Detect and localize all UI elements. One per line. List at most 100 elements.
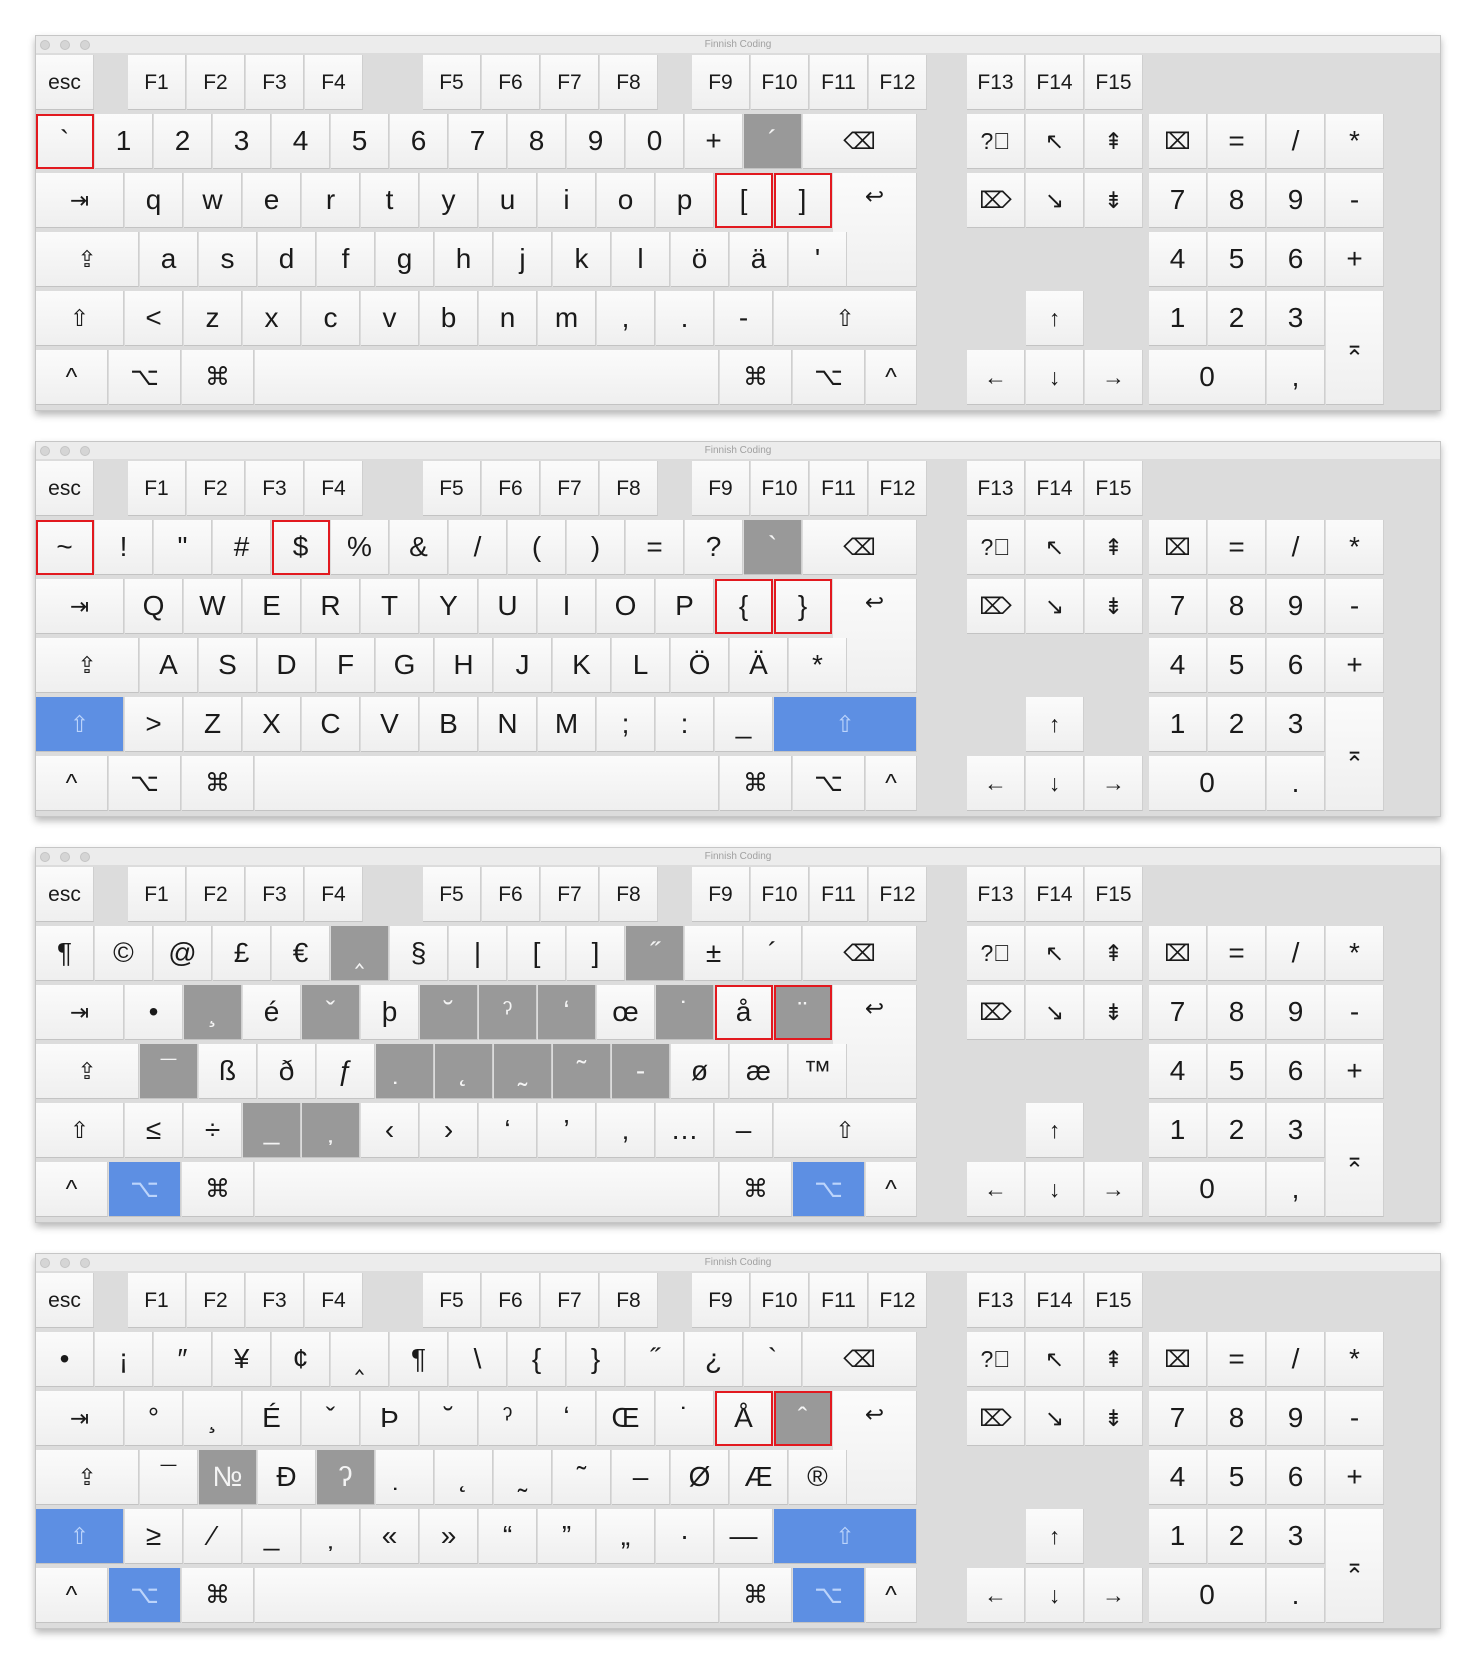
- key-q9[interactable]: p: [656, 173, 714, 228]
- key-arrow-left[interactable]: ←: [967, 350, 1025, 405]
- key-num8[interactable]: [: [508, 926, 566, 981]
- key-z9[interactable]: …: [656, 1103, 714, 1158]
- key-shift-left[interactable]: ⇧: [36, 697, 124, 752]
- key-f14[interactable]: F14: [1026, 1273, 1084, 1328]
- key-z10[interactable]: —: [715, 1509, 773, 1564]
- key-num12[interactable]: ´: [744, 926, 802, 981]
- key-help[interactable]: ?⃝: [967, 1332, 1025, 1387]
- key-np-equals[interactable]: =: [1208, 520, 1266, 575]
- key-a7[interactable]: ˜: [553, 1044, 611, 1099]
- key-np-0[interactable]: 0: [1149, 350, 1266, 405]
- key-page-up[interactable]: ⇞: [1085, 114, 1143, 169]
- key-np-decimal[interactable]: ,: [1267, 350, 1325, 405]
- key-q5[interactable]: ˘: [420, 1391, 478, 1446]
- key-num2[interactable]: @: [154, 926, 212, 981]
- key-q9[interactable]: P: [656, 579, 714, 634]
- key-page-down[interactable]: ⇟: [1085, 579, 1143, 634]
- key-arrow-right[interactable]: →: [1085, 1568, 1143, 1623]
- key-f5[interactable]: F5: [423, 867, 481, 922]
- key-np-decimal[interactable]: .: [1267, 1568, 1325, 1623]
- key-q5[interactable]: y: [420, 173, 478, 228]
- key-q5[interactable]: ˘: [420, 985, 478, 1040]
- key-np-enter[interactable]: ⌅: [1326, 1509, 1384, 1623]
- key-np-minus[interactable]: -: [1326, 985, 1384, 1040]
- key-f4[interactable]: F4: [305, 461, 363, 516]
- key-q2[interactable]: é: [243, 985, 301, 1040]
- key-forward-delete[interactable]: ⌦: [967, 173, 1025, 228]
- key-a11[interactable]: ™: [789, 1044, 847, 1099]
- key-num12[interactable]: ´: [744, 114, 802, 169]
- key-q4[interactable]: þ: [361, 985, 419, 1040]
- key-f8[interactable]: F8: [600, 1273, 658, 1328]
- key-caps[interactable]: ⇪: [36, 232, 139, 287]
- key-np-1[interactable]: 1: [1149, 291, 1207, 346]
- key-z3[interactable]: c: [302, 291, 360, 346]
- key-z6[interactable]: n: [479, 291, 537, 346]
- key-np-equals[interactable]: =: [1208, 926, 1266, 981]
- key-forward-delete[interactable]: ⌦: [967, 1391, 1025, 1446]
- key-np-2[interactable]: 2: [1208, 1103, 1266, 1158]
- key-a0[interactable]: ¯: [140, 1450, 198, 1505]
- key-f9[interactable]: F9: [692, 867, 750, 922]
- key-np-7[interactable]: 7: [1149, 985, 1207, 1040]
- key-a10[interactable]: Æ: [730, 1450, 788, 1505]
- key-a4[interactable]: ̣: [376, 1450, 434, 1505]
- key-ctrl-left[interactable]: ^: [36, 1162, 108, 1217]
- key-a9[interactable]: ö: [671, 232, 729, 287]
- key-f7[interactable]: F7: [541, 867, 599, 922]
- key-f5[interactable]: F5: [423, 1273, 481, 1328]
- key-num0[interactable]: •: [36, 1332, 94, 1387]
- key-q6[interactable]: ˀ: [479, 1391, 537, 1446]
- key-a3[interactable]: f: [317, 232, 375, 287]
- key-np-8[interactable]: 8: [1208, 1391, 1266, 1446]
- key-q3[interactable]: r: [302, 173, 360, 228]
- key-a1[interactable]: s: [199, 232, 257, 287]
- key-a6[interactable]: ̰: [494, 1044, 552, 1099]
- key-shift-right[interactable]: ⇧: [774, 697, 917, 752]
- key-np-9[interactable]: 9: [1267, 173, 1325, 228]
- key-num10[interactable]: =: [626, 520, 684, 575]
- key-f10[interactable]: F10: [751, 867, 809, 922]
- key-num4[interactable]: 4: [272, 114, 330, 169]
- key-z10[interactable]: -: [715, 291, 773, 346]
- key-f13[interactable]: F13: [967, 461, 1025, 516]
- key-a4[interactable]: G: [376, 638, 434, 693]
- key-a3[interactable]: ƒ: [317, 1044, 375, 1099]
- key-z3[interactable]: ̦: [302, 1103, 360, 1158]
- key-np-6[interactable]: 6: [1267, 1044, 1325, 1099]
- key-a11[interactable]: ®: [789, 1450, 847, 1505]
- key-arrow-up[interactable]: ↑: [1026, 697, 1084, 752]
- key-q8[interactable]: Œ: [597, 1391, 655, 1446]
- key-ctrl-right[interactable]: ^: [866, 350, 917, 405]
- key-q1[interactable]: ¸: [184, 985, 242, 1040]
- key-z7[interactable]: ”: [538, 1509, 596, 1564]
- key-num12[interactable]: `: [744, 1332, 802, 1387]
- key-np-6[interactable]: 6: [1267, 1450, 1325, 1505]
- key-q11[interactable]: }: [774, 579, 832, 634]
- key-option-right[interactable]: ⌥: [793, 350, 865, 405]
- key-q5[interactable]: Y: [420, 579, 478, 634]
- key-np-5[interactable]: 5: [1208, 1450, 1266, 1505]
- key-f8[interactable]: F8: [600, 461, 658, 516]
- key-z4[interactable]: V: [361, 697, 419, 752]
- key-np-minus[interactable]: -: [1326, 173, 1384, 228]
- key-a7[interactable]: k: [553, 232, 611, 287]
- key-end[interactable]: ↘: [1026, 173, 1084, 228]
- key-np-clear[interactable]: ⌧: [1149, 114, 1207, 169]
- key-a2[interactable]: ð: [258, 1044, 316, 1099]
- key-num8[interactable]: {: [508, 1332, 566, 1387]
- key-np-5[interactable]: 5: [1208, 232, 1266, 287]
- key-forward-delete[interactable]: ⌦: [967, 985, 1025, 1040]
- key-a4[interactable]: g: [376, 232, 434, 287]
- key-tab[interactable]: ⇥: [36, 985, 124, 1040]
- key-f13[interactable]: F13: [967, 867, 1025, 922]
- key-shift-left[interactable]: ⇧: [36, 291, 124, 346]
- key-z1[interactable]: ÷: [184, 1103, 242, 1158]
- key-a10[interactable]: Ä: [730, 638, 788, 693]
- key-np-2[interactable]: 2: [1208, 1509, 1266, 1564]
- key-np-1[interactable]: 1: [1149, 697, 1207, 752]
- key-tab[interactable]: ⇥: [36, 1391, 124, 1446]
- key-num6[interactable]: &: [390, 520, 448, 575]
- key-num11[interactable]: ?: [685, 520, 743, 575]
- key-num1[interactable]: 1: [95, 114, 153, 169]
